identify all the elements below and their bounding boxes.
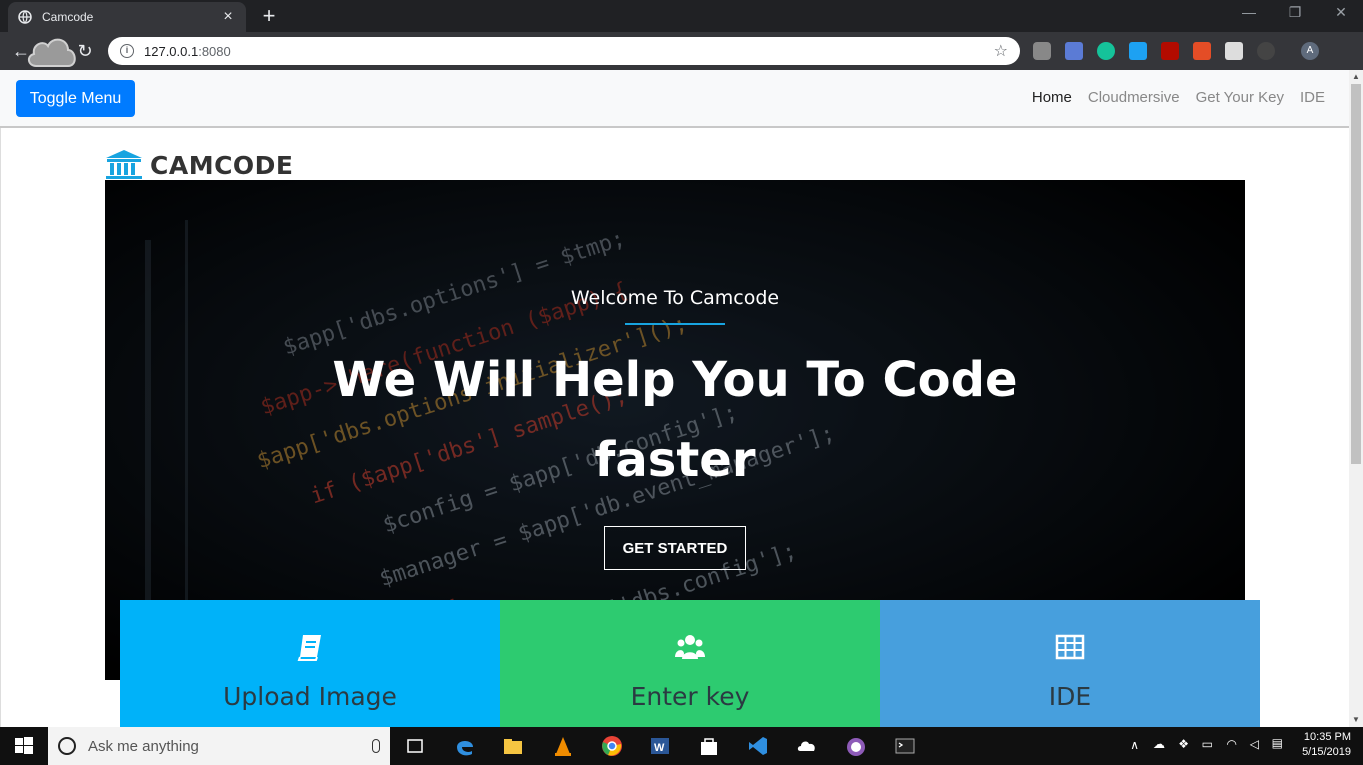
- browser-titlebar: Camcode × + — ❐ ✕: [0, 0, 1363, 32]
- cloud-extension-icon[interactable]: [1257, 42, 1275, 60]
- windows-start-icon[interactable]: [13, 735, 35, 757]
- profile-avatar[interactable]: A: [1301, 42, 1319, 60]
- toggle-menu-button[interactable]: Toggle Menu: [16, 80, 135, 117]
- onedrive-tray-icon[interactable]: ☁: [1153, 737, 1165, 751]
- close-tab-icon[interactable]: ×: [220, 8, 236, 26]
- taskbar-clock[interactable]: 10:35 PM 5/15/2019: [1302, 730, 1351, 760]
- scroll-thumb[interactable]: [1351, 84, 1361, 464]
- address-bar[interactable]: i 127.0.0.1:8080 ☆: [108, 37, 1020, 65]
- vlc-icon[interactable]: [552, 735, 574, 757]
- feature-label: Upload Image: [223, 682, 397, 711]
- globe-icon: [18, 10, 32, 24]
- onedrive-icon[interactable]: [796, 735, 818, 757]
- taskbar-search-input[interactable]: Ask me anything: [48, 727, 390, 765]
- url-port: :8080: [198, 43, 231, 59]
- restore-button[interactable]: ❐: [1280, 4, 1310, 21]
- brand-logo[interactable]: CAMCODE: [104, 148, 294, 180]
- feature-ide[interactable]: IDE: [880, 600, 1260, 727]
- clock-date: 5/15/2019: [1302, 746, 1351, 758]
- info-icon[interactable]: i: [120, 44, 134, 58]
- browser-tab[interactable]: Camcode ×: [8, 2, 246, 32]
- hero-divider: [625, 323, 725, 325]
- get-started-button[interactable]: GET STARTED: [604, 526, 746, 570]
- new-tab-button[interactable]: +: [258, 4, 280, 28]
- feature-label: IDE: [1048, 682, 1092, 711]
- windows-taskbar: Ask me anything W ∧ ☁ ❖ ▭ ◠ ◁ ▤ 10:35 PM…: [0, 727, 1363, 765]
- nav-link-cloudmersive[interactable]: Cloudmersive: [1088, 89, 1180, 106]
- volume-icon[interactable]: ◁: [1250, 737, 1259, 751]
- file-explorer-icon[interactable]: [502, 735, 524, 757]
- users-icon: [675, 635, 705, 659]
- search-placeholder: Ask me anything: [88, 737, 199, 755]
- url-host: 127.0.0.1: [144, 43, 199, 59]
- vscode-icon[interactable]: [747, 735, 769, 757]
- bank-icon: [106, 150, 142, 179]
- nav-link-home[interactable]: Home: [1032, 89, 1072, 106]
- word-icon[interactable]: W: [649, 735, 671, 757]
- feature-upload-image[interactable]: Upload Image: [120, 600, 500, 727]
- pdf-extension-icon[interactable]: [1161, 42, 1179, 60]
- hero-subtitle: Welcome To Camcode: [570, 287, 780, 309]
- nav-link-ide[interactable]: IDE: [1300, 89, 1325, 106]
- terminal-icon[interactable]: [894, 735, 916, 757]
- wifi-icon[interactable]: ◠: [1227, 737, 1237, 751]
- hero-title: We Will Help You To Code faster: [332, 352, 1018, 488]
- show-hidden-icons[interactable]: ∧: [1130, 738, 1139, 752]
- clock-time: 10:35 PM: [1303, 731, 1351, 743]
- page-content: CAMCODE $app['dbs.options'] = $tmp; $app…: [0, 128, 1349, 727]
- scroll-up-arrow[interactable]: ▲: [1349, 70, 1363, 84]
- chrome-icon[interactable]: [601, 735, 623, 757]
- microphone-icon[interactable]: [372, 739, 380, 753]
- grammarly-extension-icon[interactable]: [1097, 42, 1115, 60]
- page-scrollbar[interactable]: ▲ ▼: [1349, 70, 1363, 727]
- site-navbar: Toggle Menu Home Cloudmersive Get Your K…: [0, 70, 1349, 128]
- edge-browser-icon[interactable]: [454, 735, 476, 757]
- tab-title: Camcode: [42, 10, 94, 24]
- camera-extension-icon[interactable]: [1033, 42, 1051, 60]
- puzzle-extension-icon[interactable]: [1065, 42, 1083, 60]
- store-icon[interactable]: [698, 735, 720, 757]
- rss-extension-icon[interactable]: [1193, 42, 1211, 60]
- cortana-icon: [58, 737, 76, 755]
- browser-toolbar: ← → ↻ i 127.0.0.1:8080 ☆ A: [0, 32, 1363, 70]
- grid-icon: [1055, 634, 1085, 660]
- piano-extension-icon[interactable]: [1225, 42, 1243, 60]
- feature-enter-key[interactable]: Enter key: [500, 600, 880, 727]
- scroll-down-arrow[interactable]: ▼: [1349, 713, 1363, 727]
- feature-label: Enter key: [630, 682, 750, 711]
- svg-text:W: W: [654, 742, 665, 754]
- battery-icon[interactable]: ▭: [1202, 737, 1213, 751]
- bookmark-star-icon[interactable]: ☆: [994, 41, 1008, 61]
- minimize-button[interactable]: —: [1234, 4, 1264, 20]
- book-icon: [297, 635, 321, 661]
- dropbox-tray-icon[interactable]: ❖: [1178, 737, 1189, 751]
- nav-link-get-your-key[interactable]: Get Your Key: [1196, 89, 1284, 106]
- close-window-button[interactable]: ✕: [1326, 4, 1356, 21]
- cat-app-icon[interactable]: [845, 735, 867, 757]
- brand-name: CAMCODE: [150, 151, 294, 180]
- screenshot-extension-icon[interactable]: [1129, 42, 1147, 60]
- task-view-icon[interactable]: [404, 735, 426, 757]
- nav-links: Home Cloudmersive Get Your Key IDE: [1032, 89, 1325, 106]
- cloud-overlay-icon: [28, 38, 76, 67]
- feature-boxes: Upload Image Enter key IDE: [120, 600, 1260, 727]
- notification-icon[interactable]: ▤: [1272, 736, 1283, 750]
